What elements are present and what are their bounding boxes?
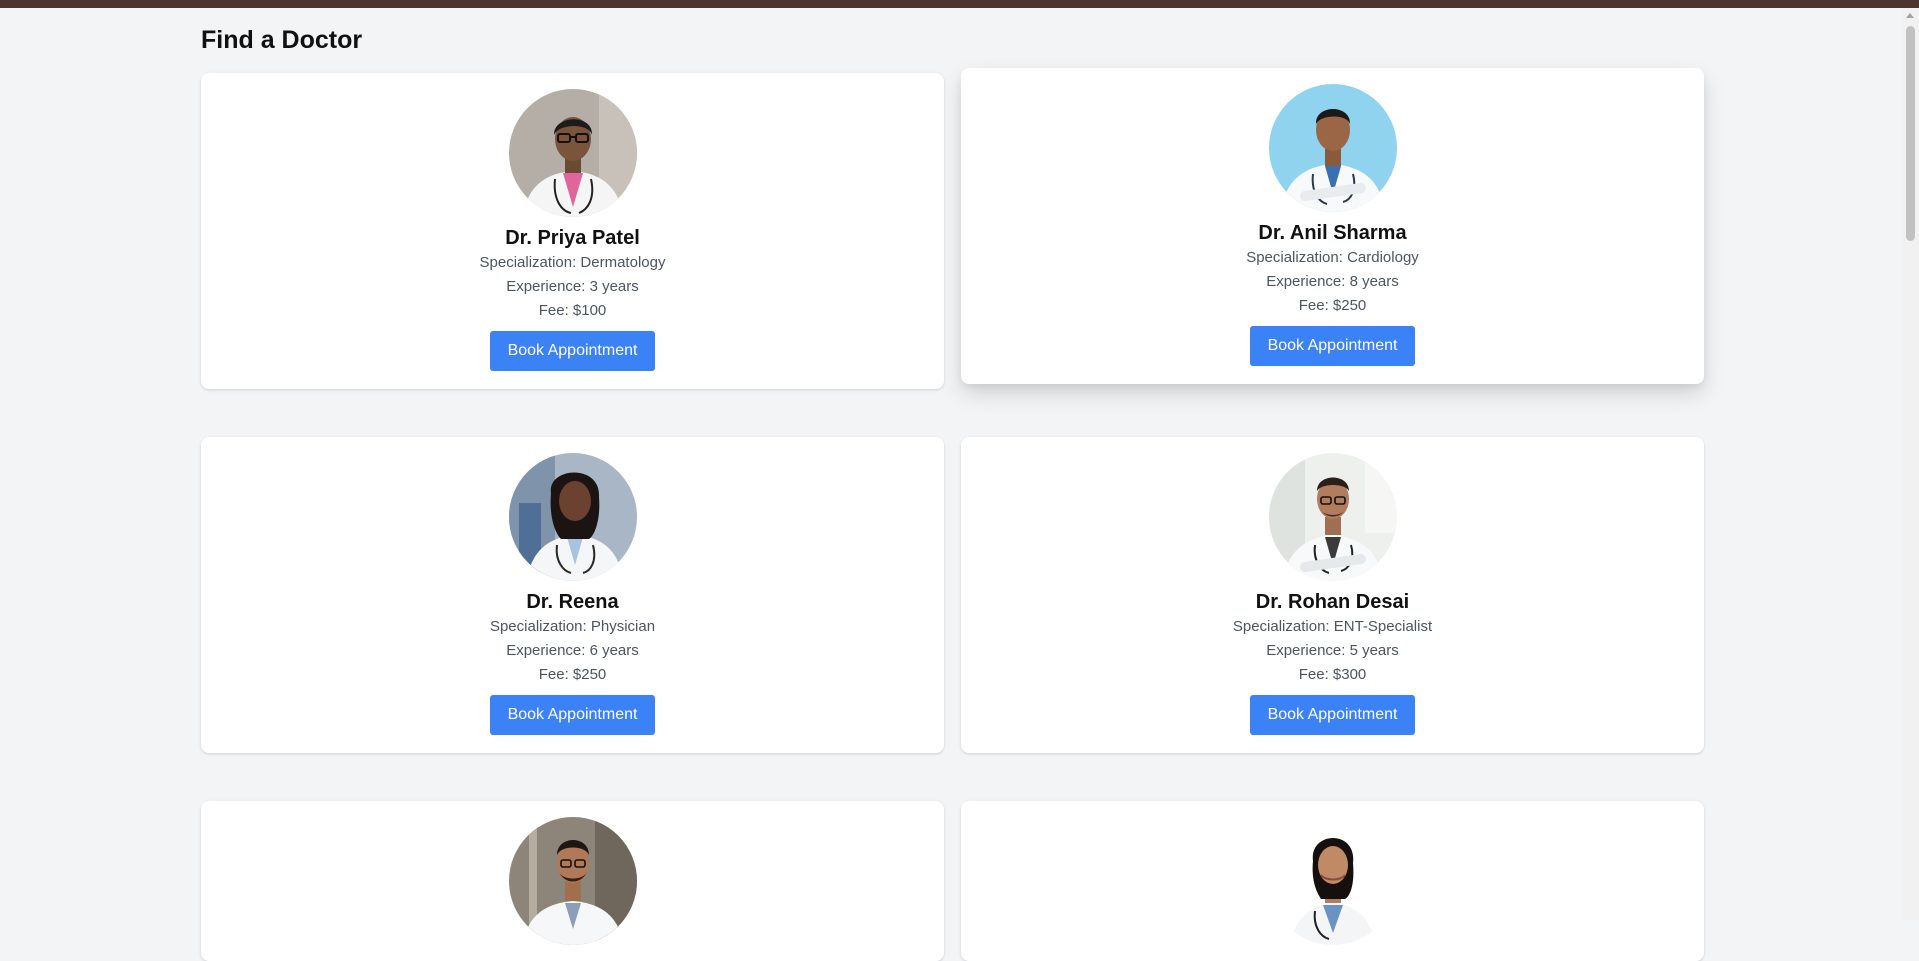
- doctor-name: Dr. Rohan Desai: [1255, 591, 1410, 613]
- doctor-fee: Fee: $100: [538, 302, 607, 319]
- doctor-avatar: [1268, 817, 1397, 945]
- doctor-experience: Experience: 6 years: [506, 642, 639, 659]
- doctor-experience: Experience: 3 years: [506, 278, 639, 295]
- doctor-card: Dr. Reena Specialization: Physician Expe…: [201, 437, 944, 753]
- top-bar: [0, 0, 1919, 8]
- doctor-avatar: [1268, 453, 1397, 581]
- doctor-fee: Fee: $300: [1298, 666, 1367, 683]
- doctor-avatar: [508, 817, 637, 945]
- page-title: Find a Doctor: [201, 26, 363, 54]
- doctor-avatar: [508, 89, 637, 217]
- book-appointment-button[interactable]: Book Appointment: [490, 695, 655, 735]
- doctor-specialization: Specialization: Physician: [489, 618, 656, 635]
- doctor-card: [961, 801, 1704, 961]
- doctor-specialization: Specialization: Dermatology: [479, 254, 666, 271]
- doctor-specialization: Specialization: ENT-Specialist: [1232, 618, 1433, 635]
- book-appointment-button[interactable]: Book Appointment: [1250, 695, 1415, 735]
- scroll-up-arrow-icon[interactable]: [1906, 13, 1914, 18]
- doctor-avatar: [508, 453, 637, 581]
- book-appointment-button[interactable]: Book Appointment: [490, 331, 655, 371]
- doctor-card: Dr. Rohan Desai Specialization: ENT-Spec…: [961, 437, 1704, 753]
- doctor-name: Dr. Priya Patel: [505, 227, 640, 249]
- book-appointment-button[interactable]: Book Appointment: [1250, 326, 1415, 366]
- doctor-specialization: Specialization: Cardiology: [1246, 249, 1419, 266]
- doctor-fee: Fee: $250: [538, 666, 607, 683]
- doctor-experience: Experience: 8 years: [1266, 273, 1399, 290]
- scrollbar-thumb[interactable]: [1906, 26, 1915, 241]
- doctor-avatar: [1268, 84, 1397, 212]
- doctor-experience: Experience: 5 years: [1266, 642, 1399, 659]
- doctor-fee: Fee: $250: [1298, 297, 1367, 314]
- doctor-card: Dr. Priya Patel Specialization: Dermatol…: [201, 73, 944, 389]
- doctor-card: [201, 801, 944, 961]
- vertical-scrollbar[interactable]: [1902, 8, 1919, 920]
- doctor-name: Dr. Anil Sharma: [1258, 222, 1407, 244]
- doctor-card: Dr. Anil Sharma Specialization: Cardiolo…: [961, 68, 1704, 384]
- doctor-name: Dr. Reena: [526, 591, 619, 613]
